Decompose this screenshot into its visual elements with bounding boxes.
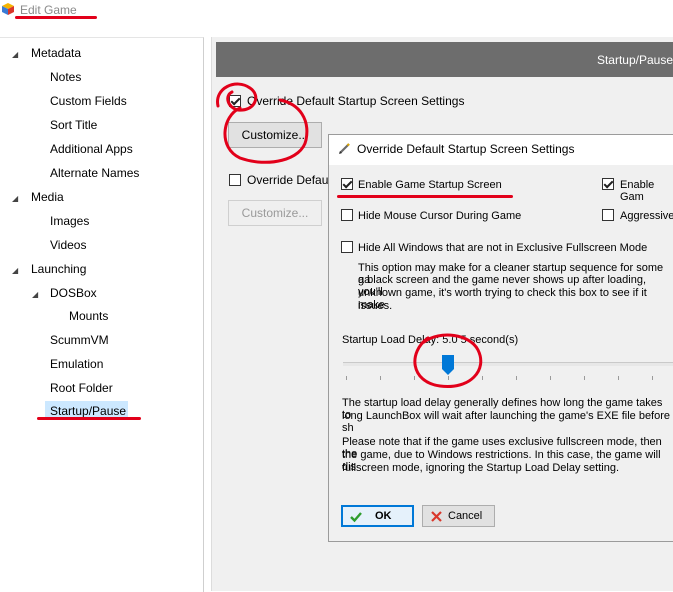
slider-tick — [448, 376, 449, 380]
expanded-arrow-icon[interactable]: ◢ — [32, 290, 38, 299]
ok-button-label: OK — [375, 510, 392, 522]
aggressive-checkbox[interactable] — [602, 209, 614, 221]
slider-tick — [414, 376, 415, 380]
override-pause-checkbox[interactable] — [229, 174, 241, 186]
tree-item-launching[interactable]: Launching — [31, 262, 86, 276]
tree-item-metadata[interactable]: Metadata — [31, 46, 81, 60]
expanded-arrow-icon[interactable]: ◢ — [12, 266, 18, 275]
info-text-line: issues. — [358, 300, 393, 312]
startup-delay-slider-thumb[interactable] — [442, 355, 454, 375]
cancel-button-label: Cancel — [448, 510, 483, 522]
aggressive-label[interactable]: Aggressive — [620, 210, 673, 222]
tree-item-custom-fields[interactable]: Custom Fields — [50, 94, 127, 108]
enable-game-label[interactable]: Enable Gam — [620, 179, 673, 203]
tree-item-videos[interactable]: Videos — [50, 238, 86, 252]
tree-item-notes[interactable]: Notes — [50, 70, 81, 84]
annotation-underline — [15, 16, 97, 19]
tree-item-images[interactable]: Images — [50, 214, 89, 228]
cancel-button[interactable]: Cancel — [422, 505, 495, 527]
expanded-arrow-icon[interactable]: ◢ — [12, 50, 18, 59]
hide-mouse-label[interactable]: Hide Mouse Cursor During Game — [358, 210, 521, 222]
launchbox-cube-icon — [2, 3, 14, 15]
annotation-underline — [37, 417, 141, 420]
hide-windows-label[interactable]: Hide All Windows that are not in Exclusi… — [358, 242, 647, 254]
tree-item-dosbox[interactable]: DOSBox — [50, 286, 97, 300]
tree-item-scummvm[interactable]: ScummVM — [50, 333, 109, 347]
slider-tick — [652, 376, 653, 380]
startup-delay-slider-track[interactable] — [343, 362, 673, 366]
ok-button[interactable]: OK — [341, 505, 414, 527]
tree-item-additional-apps[interactable]: Additional Apps — [50, 142, 133, 156]
enable-startup-screen-checkbox[interactable] — [341, 178, 353, 190]
hide-windows-checkbox[interactable] — [341, 241, 353, 253]
pencil-icon — [339, 143, 350, 154]
override-startup-checkbox[interactable] — [229, 95, 241, 107]
enable-startup-screen-label[interactable]: Enable Game Startup Screen — [358, 179, 502, 191]
tree-item-alternate-names[interactable]: Alternate Names — [50, 166, 139, 180]
x-icon — [431, 511, 442, 522]
startup-delay-label: Startup Load Delay: 5.0 5 second(s) — [342, 334, 519, 346]
tree-item-emulation[interactable]: Emulation — [50, 357, 103, 371]
customize-pause-button[interactable]: Customize... — [228, 200, 322, 226]
delay-description-line: long LaunchBox will wait after launching… — [342, 410, 671, 434]
info-text-line: unknown game, it's worth trying to check… — [358, 287, 647, 311]
slider-tick — [550, 376, 551, 380]
fullscreen-note-line: fullscreen mode, ignoring the Startup Lo… — [342, 462, 619, 474]
override-startup-label[interactable]: Override Default Startup Screen Settings — [247, 94, 464, 108]
dialog-title: Override Default Startup Screen Settings — [357, 142, 575, 156]
enable-game-checkbox[interactable] — [602, 178, 614, 190]
tree-item-root-folder[interactable]: Root Folder — [50, 381, 113, 395]
slider-tick — [380, 376, 381, 380]
slider-tick — [584, 376, 585, 380]
title-bar: Edit Game — [0, 0, 673, 24]
window-title: Edit Game — [20, 3, 77, 17]
slider-tick — [516, 376, 517, 380]
customize-startup-button[interactable]: Customize... — [228, 122, 322, 148]
tree-item-media[interactable]: Media — [31, 190, 64, 204]
settings-tree[interactable]: ◢ Metadata Notes Custom Fields Sort Titl… — [0, 37, 204, 592]
slider-tick — [482, 376, 483, 380]
slider-tick — [618, 376, 619, 380]
expanded-arrow-icon[interactable]: ◢ — [12, 194, 18, 203]
slider-tick — [346, 376, 347, 380]
hide-mouse-checkbox[interactable] — [341, 209, 353, 221]
tree-item-sort-title[interactable]: Sort Title — [50, 118, 97, 132]
tree-item-startup-pause[interactable]: Startup/Pause — [50, 404, 126, 418]
annotation-underline — [337, 195, 513, 198]
panel-header-title: Startup/Pause — [596, 53, 673, 67]
override-pause-label[interactable]: Override Defau — [247, 173, 328, 187]
checkmark-icon — [350, 512, 362, 523]
tree-item-mounts[interactable]: Mounts — [69, 309, 108, 323]
